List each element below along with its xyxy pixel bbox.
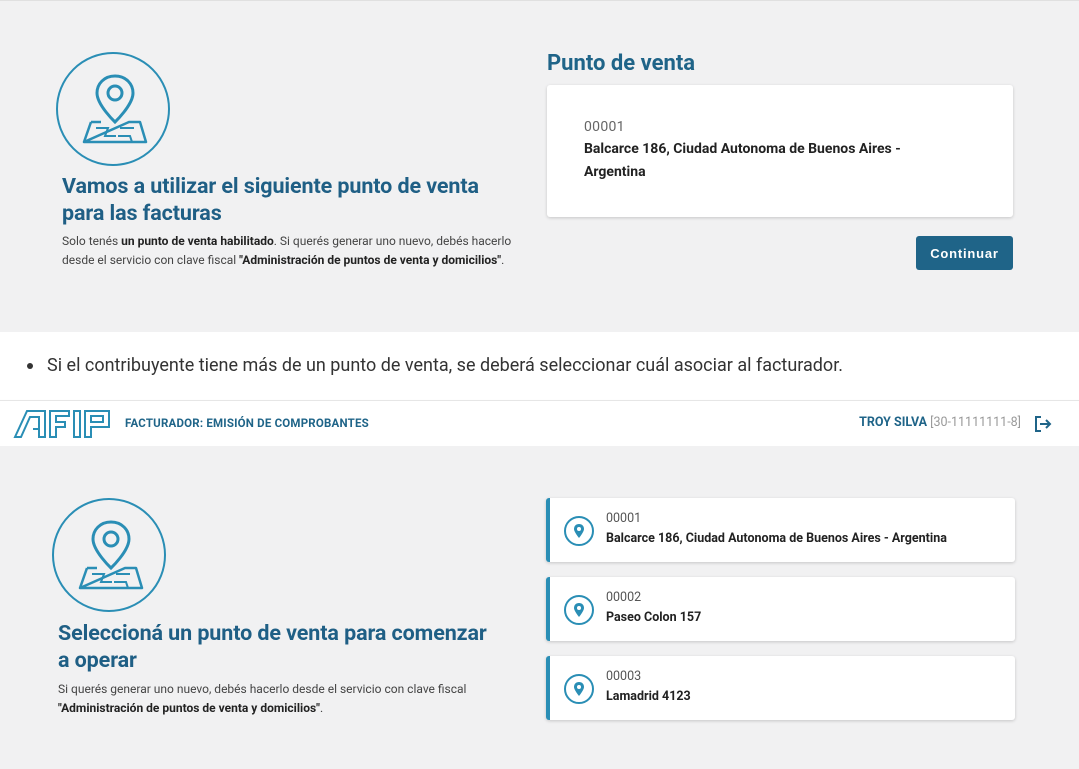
instruction-text: Si el contribuyente tiene más de un punt… [47, 355, 843, 376]
logout-icon[interactable] [1034, 416, 1052, 432]
location-pin-icon [564, 674, 594, 704]
point-number: 00003 [606, 669, 642, 684]
location-pin-icon [564, 516, 594, 546]
point-address: Lamadrid 4123 [606, 689, 691, 704]
app-title: FACTURADOR: EMISIÓN DE COMPROBANTES [125, 416, 369, 430]
user-info: TROY SILVA [30-11111111-8] [859, 415, 1021, 430]
page-description: Si querés generar uno nuevo, debés hacer… [58, 682, 467, 715]
section-title: Punto de venta [547, 51, 696, 76]
bullet-dot [27, 363, 33, 369]
map-pin-illustration-icon [52, 498, 166, 612]
map-pin-illustration-icon [56, 52, 170, 166]
multi-point-panel: Seleccioná un punto de venta para comenz… [0, 446, 1079, 769]
page-heading: Vamos a utilizar el siguiente punto de v… [62, 174, 479, 226]
point-address: Balcarce 186, Ciudad Autonoma de Buenos … [606, 531, 947, 546]
location-pin-icon [564, 595, 594, 625]
point-address: Balcarce 186, Ciudad Autonoma de Buenos … [584, 141, 901, 180]
page-description: Solo tenés un punto de venta habilitado.… [62, 234, 512, 267]
app-header: FACTURADOR: EMISIÓN DE COMPROBANTES TROY… [0, 400, 1079, 446]
point-number: 00001 [606, 511, 642, 526]
single-point-panel: Vamos a utilizar el siguiente punto de v… [0, 0, 1079, 332]
user-cuit: [30-11111111-8] [930, 415, 1021, 430]
afip-logo [13, 409, 113, 439]
point-number: 00002 [606, 590, 642, 605]
point-of-sale-option[interactable]: 00002 Paseo Colon 157 [546, 577, 1015, 641]
point-of-sale-option[interactable]: 00003 Lamadrid 4123 [546, 656, 1015, 720]
point-of-sale-option[interactable]: 00001 Balcarce 186, Ciudad Autonoma de B… [546, 498, 1015, 562]
point-address: Paseo Colon 157 [606, 610, 702, 625]
user-name: TROY SILVA [859, 415, 928, 430]
page-heading: Seleccioná un punto de venta para comenz… [58, 621, 487, 673]
point-number: 00001 [584, 119, 625, 135]
point-of-sale-card: 00001 Balcarce 186, Ciudad Autonoma de B… [547, 85, 1013, 217]
continue-button[interactable]: Continuar [916, 236, 1013, 270]
